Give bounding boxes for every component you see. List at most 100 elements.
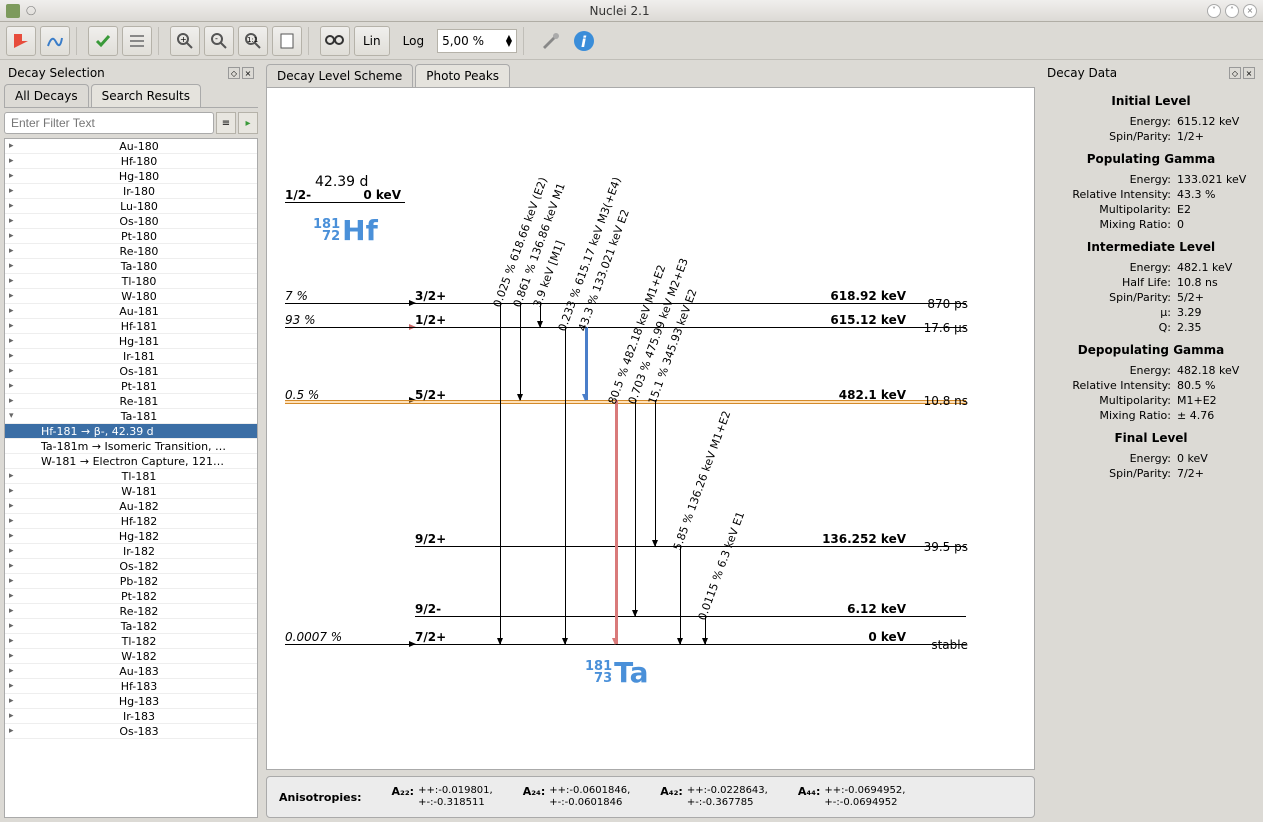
tree-item[interactable]: ▸Ir-180 — [5, 184, 257, 199]
page-button[interactable] — [272, 26, 302, 56]
nuclide-tree[interactable]: ▸Au-180▸Hf-180▸Hg-180▸Ir-180▸Lu-180▸Os-1… — [4, 138, 258, 818]
tab-photo-peaks[interactable]: Photo Peaks — [415, 64, 510, 87]
panel-detach-button[interactable]: ◇ — [1229, 67, 1241, 79]
tree-item[interactable]: ▸Pt-181 — [5, 379, 257, 394]
tab-search-results[interactable]: Search Results — [91, 84, 201, 107]
data-row: Energy:133.021 keV — [1045, 172, 1257, 187]
panel-title: Decay Selection — [8, 66, 226, 80]
panel-close-button[interactable]: × — [1243, 67, 1255, 79]
tree-item[interactable]: ▸W-181 — [5, 484, 257, 499]
level-615[interactable]: 93 % 1/2+ 615.12 keV 17.6 µs — [285, 327, 966, 328]
section-heading: Intermediate Level — [1045, 240, 1257, 254]
maximize-button[interactable]: ˄ — [1225, 4, 1239, 18]
tree-item[interactable]: ▸Hg-181 — [5, 334, 257, 349]
tree-item[interactable]: ▸Tl-180 — [5, 274, 257, 289]
tree-item[interactable]: ▸W-180 — [5, 289, 257, 304]
parent-nuclide: 18172 Hf — [313, 214, 378, 247]
tree-item[interactable]: ▸Pt-180 — [5, 229, 257, 244]
tab-decay-level-scheme[interactable]: Decay Level Scheme — [266, 64, 413, 87]
center-panel: Decay Level Scheme Photo Peaks 42.39 d 1… — [262, 60, 1039, 822]
panel-detach-button[interactable]: ◇ — [228, 67, 240, 79]
check-button[interactable] — [88, 26, 118, 56]
data-row: Mixing Ratio:0 — [1045, 217, 1257, 232]
filter-go-button[interactable]: ▸ — [238, 112, 258, 134]
zoom-fit-button[interactable]: 1:1 — [238, 26, 268, 56]
panel-close-button[interactable]: × — [242, 67, 254, 79]
tree-item[interactable]: ▸Ta-180 — [5, 259, 257, 274]
settings-button[interactable] — [535, 26, 565, 56]
tree-child-item[interactable]: Hf-181 → β-, 42.39 d — [5, 424, 257, 439]
parent-halflife: 42.39 d — [315, 174, 368, 190]
filter-clear-button[interactable]: ≡ — [216, 112, 236, 134]
section-heading: Final Level — [1045, 431, 1257, 445]
data-row: Relative Intensity:80.5 % — [1045, 378, 1257, 393]
tree-item[interactable]: ▸Au-180 — [5, 139, 257, 154]
data-row: Multipolarity:M1+E2 — [1045, 393, 1257, 408]
window-menu-icon[interactable]: ◯ — [26, 6, 36, 16]
tree-item[interactable]: ▸Tl-181 — [5, 469, 257, 484]
tree-item[interactable]: ▸Os-181 — [5, 364, 257, 379]
info-button[interactable]: i — [569, 26, 599, 56]
anisotropies-box: Anisotropies: A₂₂:++:-0.019801, +-:-0.31… — [266, 776, 1035, 818]
tree-item[interactable]: ▸Lu-180 — [5, 199, 257, 214]
filter-input[interactable] — [4, 112, 214, 134]
tree-child-item[interactable]: Ta-181m → Isomeric Transition, … — [5, 439, 257, 454]
tree-item[interactable]: ▸Os-182 — [5, 559, 257, 574]
list-button[interactable] — [122, 26, 152, 56]
section-heading: Populating Gamma — [1045, 152, 1257, 166]
tree-item[interactable]: ▸Au-181 — [5, 304, 257, 319]
tree-item[interactable]: ▸Au-183 — [5, 664, 257, 679]
svg-text:+: + — [180, 35, 187, 44]
tree-item[interactable]: ▸Hg-182 — [5, 529, 257, 544]
tree-item[interactable]: ▸Re-180 — [5, 244, 257, 259]
tree-item[interactable]: ▸W-182 — [5, 649, 257, 664]
panel-title: Decay Data — [1047, 66, 1227, 80]
export-pdf-button[interactable] — [6, 26, 36, 56]
tree-item[interactable]: ▸Hf-183 — [5, 679, 257, 694]
svg-text:i: i — [581, 33, 587, 51]
data-row: Relative Intensity:43.3 % — [1045, 187, 1257, 202]
data-row: Energy:615.12 keV — [1045, 114, 1257, 129]
data-row: µ:3.29 — [1045, 305, 1257, 320]
toolbar: + - 1:1 Lin Log 5,00 %▲▼ i — [0, 22, 1263, 60]
app-icon — [6, 4, 20, 18]
tree-child-item[interactable]: W-181 → Electron Capture, 121… — [5, 454, 257, 469]
tree-item[interactable]: Ta-181 — [5, 409, 257, 424]
tree-item[interactable]: ▸Hf-180 — [5, 154, 257, 169]
tree-item[interactable]: ▸Hg-183 — [5, 694, 257, 709]
tab-all-decays[interactable]: All Decays — [4, 84, 89, 107]
tree-item[interactable]: ▸Ir-181 — [5, 349, 257, 364]
tree-item[interactable]: ▸Pt-182 — [5, 589, 257, 604]
window-title: Nuclei 2.1 — [36, 4, 1203, 18]
percent-spinner[interactable]: 5,00 %▲▼ — [437, 29, 517, 53]
svg-text:-: - — [215, 34, 218, 43]
close-button[interactable]: × — [1243, 4, 1257, 18]
tree-item[interactable]: ▸Hf-181 — [5, 319, 257, 334]
decay-scheme-canvas: 42.39 d 1/2- 0 keV 18172 Hf — [266, 87, 1035, 770]
tree-item[interactable]: ▸Os-180 — [5, 214, 257, 229]
tree-item[interactable]: ▸Hg-180 — [5, 169, 257, 184]
tree-item[interactable]: ▸Re-182 — [5, 604, 257, 619]
log-button[interactable]: Log — [394, 26, 433, 56]
data-row: Spin/Parity:7/2+ — [1045, 466, 1257, 481]
tree-item[interactable]: ▸Hf-182 — [5, 514, 257, 529]
tree-item[interactable]: ▸Os-183 — [5, 724, 257, 739]
search-button[interactable] — [320, 26, 350, 56]
tree-item[interactable]: ▸Ir-183 — [5, 709, 257, 724]
zoom-out-button[interactable]: - — [204, 26, 234, 56]
export-svg-button[interactable] — [40, 26, 70, 56]
minimize-button[interactable]: ˅ — [1207, 4, 1221, 18]
data-row: Q:2.35 — [1045, 320, 1257, 335]
tree-item[interactable]: ▸Ir-182 — [5, 544, 257, 559]
tree-item[interactable]: ▸Au-182 — [5, 499, 257, 514]
data-row: Multipolarity:E2 — [1045, 202, 1257, 217]
section-heading: Depopulating Gamma — [1045, 343, 1257, 357]
svg-text:1:1: 1:1 — [247, 36, 258, 44]
zoom-in-button[interactable]: + — [170, 26, 200, 56]
tree-item[interactable]: ▸Tl-182 — [5, 634, 257, 649]
tree-item[interactable]: ▸Pb-182 — [5, 574, 257, 589]
tree-item[interactable]: ▸Re-181 — [5, 394, 257, 409]
titlebar: ◯ Nuclei 2.1 ˅ ˄ × — [0, 0, 1263, 22]
lin-button[interactable]: Lin — [354, 26, 390, 56]
tree-item[interactable]: ▸Ta-182 — [5, 619, 257, 634]
